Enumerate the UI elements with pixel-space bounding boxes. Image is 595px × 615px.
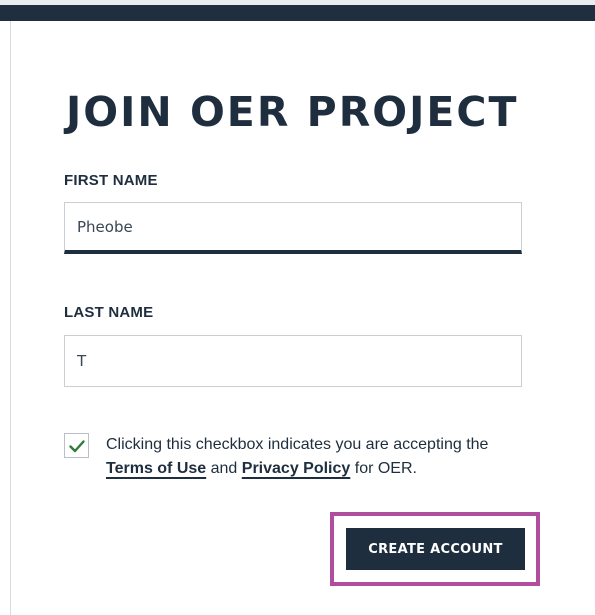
top-header-bar — [0, 0, 595, 21]
page-title: JOIN OER PROJECT — [66, 88, 519, 136]
consent-text-before: Clicking this checkbox indicates you are… — [106, 436, 489, 453]
create-account-button[interactable]: CREATE ACCOUNT — [346, 528, 525, 570]
first-name-field[interactable] — [64, 202, 522, 254]
signup-page: JOIN OER PROJECT FIRST NAME LAST NAME Cl… — [0, 0, 595, 615]
last-name-field[interactable] — [64, 335, 522, 387]
first-name-label: FIRST NAME — [64, 172, 158, 189]
consent-text-after: for OER. — [350, 460, 417, 477]
top-bar-edge — [0, 0, 595, 5]
panel-left-border — [10, 21, 11, 615]
last-name-label: LAST NAME — [64, 304, 154, 321]
checkmark-icon — [69, 440, 85, 453]
consent-text-and: and — [206, 460, 242, 477]
terms-checkbox[interactable] — [64, 433, 89, 458]
terms-of-use-link[interactable]: Terms of Use — [106, 460, 206, 477]
privacy-policy-link[interactable]: Privacy Policy — [242, 460, 351, 477]
consent-text: Clicking this checkbox indicates you are… — [106, 433, 526, 481]
